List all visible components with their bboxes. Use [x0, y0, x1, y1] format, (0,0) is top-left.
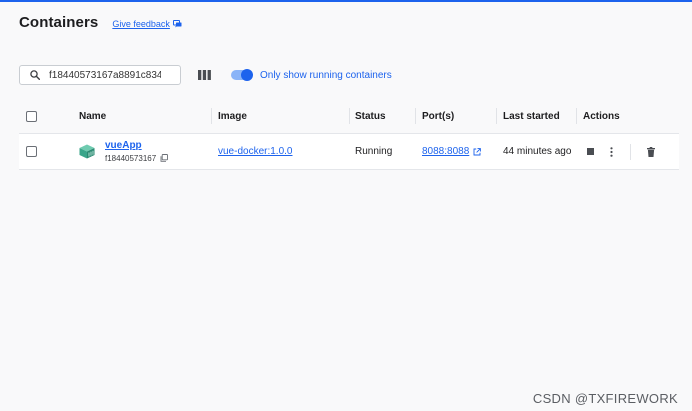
container-id-line: f18440573167	[105, 153, 169, 163]
column-header-name[interactable]: Name	[79, 99, 215, 133]
container-id: f18440573167	[105, 153, 157, 163]
row-actions	[583, 143, 655, 160]
row-checkbox[interactable]	[26, 146, 37, 157]
column-divider[interactable]	[496, 108, 497, 124]
table-header: Name Image Status Port(s) Last started A…	[19, 99, 679, 134]
search-icon	[30, 70, 40, 80]
search-input[interactable]	[49, 69, 161, 81]
column-divider[interactable]	[211, 108, 212, 124]
watermark: CSDN @TXFIREWORK	[532, 391, 678, 406]
container-icon	[79, 144, 95, 159]
status-text: Running	[355, 146, 393, 157]
search-box[interactable]	[19, 65, 181, 85]
toolbar: Only show running containers	[19, 65, 392, 85]
feedback-icon	[172, 20, 182, 28]
page-header: Containers Give feedback	[19, 14, 182, 31]
stop-icon[interactable]	[587, 148, 594, 155]
give-feedback-link[interactable]: Give feedback	[112, 19, 182, 29]
row-checkbox-cell	[19, 134, 79, 169]
row-status-cell: Running	[353, 134, 420, 169]
containers-table: Name Image Status Port(s) Last started A…	[19, 99, 679, 170]
copy-icon[interactable]	[160, 154, 169, 162]
column-header-status[interactable]: Status	[353, 99, 420, 133]
container-name-block: vueApp f18440573167	[105, 140, 169, 163]
column-divider[interactable]	[349, 108, 350, 124]
actions-divider	[630, 143, 631, 160]
give-feedback-label: Give feedback	[112, 19, 170, 29]
row-last-started-cell: 44 minutes ago	[501, 134, 581, 169]
row-image-cell: vue-docker:1.0.0	[215, 134, 353, 169]
more-options-icon[interactable]	[610, 146, 613, 157]
select-all-checkbox[interactable]	[26, 110, 37, 122]
toggle-knob	[241, 69, 253, 81]
column-header-last-started[interactable]: Last started	[501, 99, 581, 133]
last-started-text: 44 minutes ago	[503, 146, 572, 157]
row-name-cell: vueApp f18440573167	[79, 134, 215, 169]
columns-icon[interactable]	[198, 70, 211, 80]
delete-icon[interactable]	[647, 146, 655, 157]
column-divider[interactable]	[576, 108, 577, 124]
header-checkbox-cell	[19, 99, 79, 133]
image-link[interactable]: vue-docker:1.0.0	[218, 146, 293, 157]
column-header-image[interactable]: Image	[215, 99, 353, 133]
running-containers-toggle[interactable]	[231, 69, 253, 81]
external-link-icon	[473, 147, 482, 155]
page-title: Containers	[19, 14, 99, 31]
column-divider[interactable]	[415, 108, 416, 124]
toggle-label: Only show running containers	[260, 69, 392, 81]
port-link[interactable]: 8088:8088	[422, 146, 482, 157]
port-label: 8088:8088	[422, 146, 470, 157]
column-header-ports[interactable]: Port(s)	[420, 99, 501, 133]
row-ports-cell: 8088:8088	[420, 134, 501, 169]
row-actions-cell	[581, 134, 679, 169]
container-name-link[interactable]: vueApp	[105, 140, 168, 151]
table-row[interactable]: vueApp f18440573167 vue-docker:1.0.0 Run…	[19, 134, 679, 170]
column-header-actions: Actions	[583, 110, 620, 122]
